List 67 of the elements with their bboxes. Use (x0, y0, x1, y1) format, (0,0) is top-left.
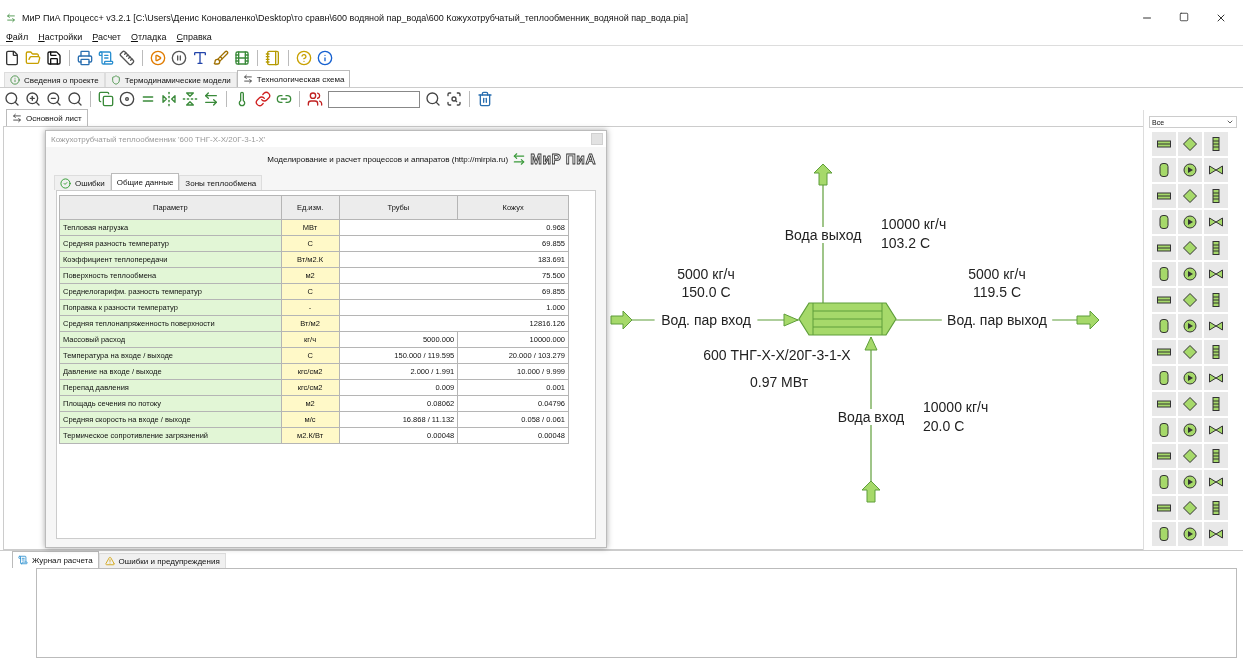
save-icon[interactable] (46, 50, 62, 66)
copy-icon[interactable] (98, 91, 114, 107)
menu-item[interactable]: Отладка (130, 31, 167, 42)
sheet-tab[interactable]: Основной лист (6, 109, 88, 126)
film-icon[interactable] (234, 50, 250, 66)
stream-label: Вод. пар выход (941, 312, 1053, 328)
brush-icon[interactable] (213, 50, 229, 66)
logo: МиР ПиА (530, 151, 596, 167)
trash-icon[interactable] (477, 91, 493, 107)
text-icon[interactable] (192, 50, 208, 66)
flip-icon[interactable] (182, 91, 198, 107)
maximize-icon[interactable] (1179, 12, 1189, 22)
equipment-duty: 0.97 МВт (749, 374, 809, 390)
search-field[interactable] (328, 90, 420, 108)
notebook-icon[interactable] (265, 50, 281, 66)
link-icon[interactable] (255, 91, 271, 107)
stream-flow: 5000 кг/ч (968, 266, 1026, 282)
play-icon[interactable] (150, 50, 166, 66)
stream-flow: 5000 кг/ч (677, 266, 735, 282)
stream-flow: 10000 кг/ч (923, 399, 989, 415)
stream-temperature: 119.5 С (973, 284, 1021, 300)
pause-icon[interactable] (171, 50, 187, 66)
window-title: МиР ПиА Процесс+ v3.2.1 [C:\Users\Денис Коноваленко\Desktop\то сравн\600 водяной пар_вода\600 Кожухотрубчатый_теплообменник_водяной пар_вода.pia] (22, 13, 689, 23)
stream-label: Вод. пар вход (654, 312, 758, 328)
zoom-in-icon[interactable] (25, 91, 41, 107)
scroll-icon[interactable] (98, 50, 114, 66)
zoom-icon[interactable] (67, 91, 83, 107)
tab[interactable]: Журнал расчета (12, 551, 99, 568)
connector-icon[interactable] (242, 74, 253, 84)
menu-item[interactable]: Настройки (38, 31, 83, 42)
tab[interactable]: Термодинамические модели (104, 72, 237, 87)
tab[interactable]: Зоны теплообмена (179, 175, 263, 190)
people-icon[interactable] (307, 91, 323, 107)
chevron-icon (1226, 118, 1234, 126)
search-icon[interactable] (446, 91, 462, 107)
stream-temperature: 150.0 С (681, 284, 731, 300)
scroll-icon[interactable] (18, 555, 28, 565)
disc-icon[interactable] (119, 91, 135, 107)
stream-flow: 10000 кг/ч (881, 216, 947, 232)
stream-temperature: 20.0 С (923, 418, 965, 434)
tab[interactable]: Ошибки (54, 175, 111, 190)
connector-icon[interactable] (12, 113, 22, 123)
menu-item[interactable]: Расчет (92, 31, 121, 42)
ruler-icon[interactable] (119, 50, 135, 66)
search-icon[interactable] (425, 91, 441, 107)
dialog-title: Кожухотрубчатый теплообменник '600 ТНГ-Х-Х/20Г-3-1-Х' (51, 134, 266, 144)
arrows-icon[interactable] (203, 91, 219, 107)
tab[interactable]: Сведения о проекте (4, 72, 105, 87)
file-icon[interactable] (4, 50, 20, 66)
tab[interactable]: Технологическая схема (236, 70, 351, 87)
stream-temperature: 103.2 С (881, 235, 931, 251)
zoom-out-icon[interactable] (46, 91, 62, 107)
printer-icon[interactable] (77, 50, 93, 66)
check-icon[interactable] (60, 177, 71, 189)
logo-icon[interactable] (512, 152, 527, 166)
app-icon[interactable] (6, 13, 16, 23)
stream-label: Вода выход (783, 227, 863, 243)
close-icon[interactable] (1215, 12, 1227, 24)
flip-icon[interactable] (161, 91, 177, 107)
tab[interactable]: Ошибки и предупреждения (98, 553, 226, 568)
info-icon[interactable] (317, 50, 333, 66)
menu-item[interactable]: Файл (6, 31, 29, 42)
zoom-icon[interactable] (4, 91, 20, 107)
menu-item[interactable]: Справка (176, 31, 212, 42)
equipment-name: 600 ТНГ-Х-Х/20Г-3-1-Х (703, 347, 851, 363)
tagline: Моделирование и расчет процессов и аппаратов (http://mirpia.ru) (267, 154, 509, 164)
tab[interactable]: Общие данные (110, 173, 180, 190)
